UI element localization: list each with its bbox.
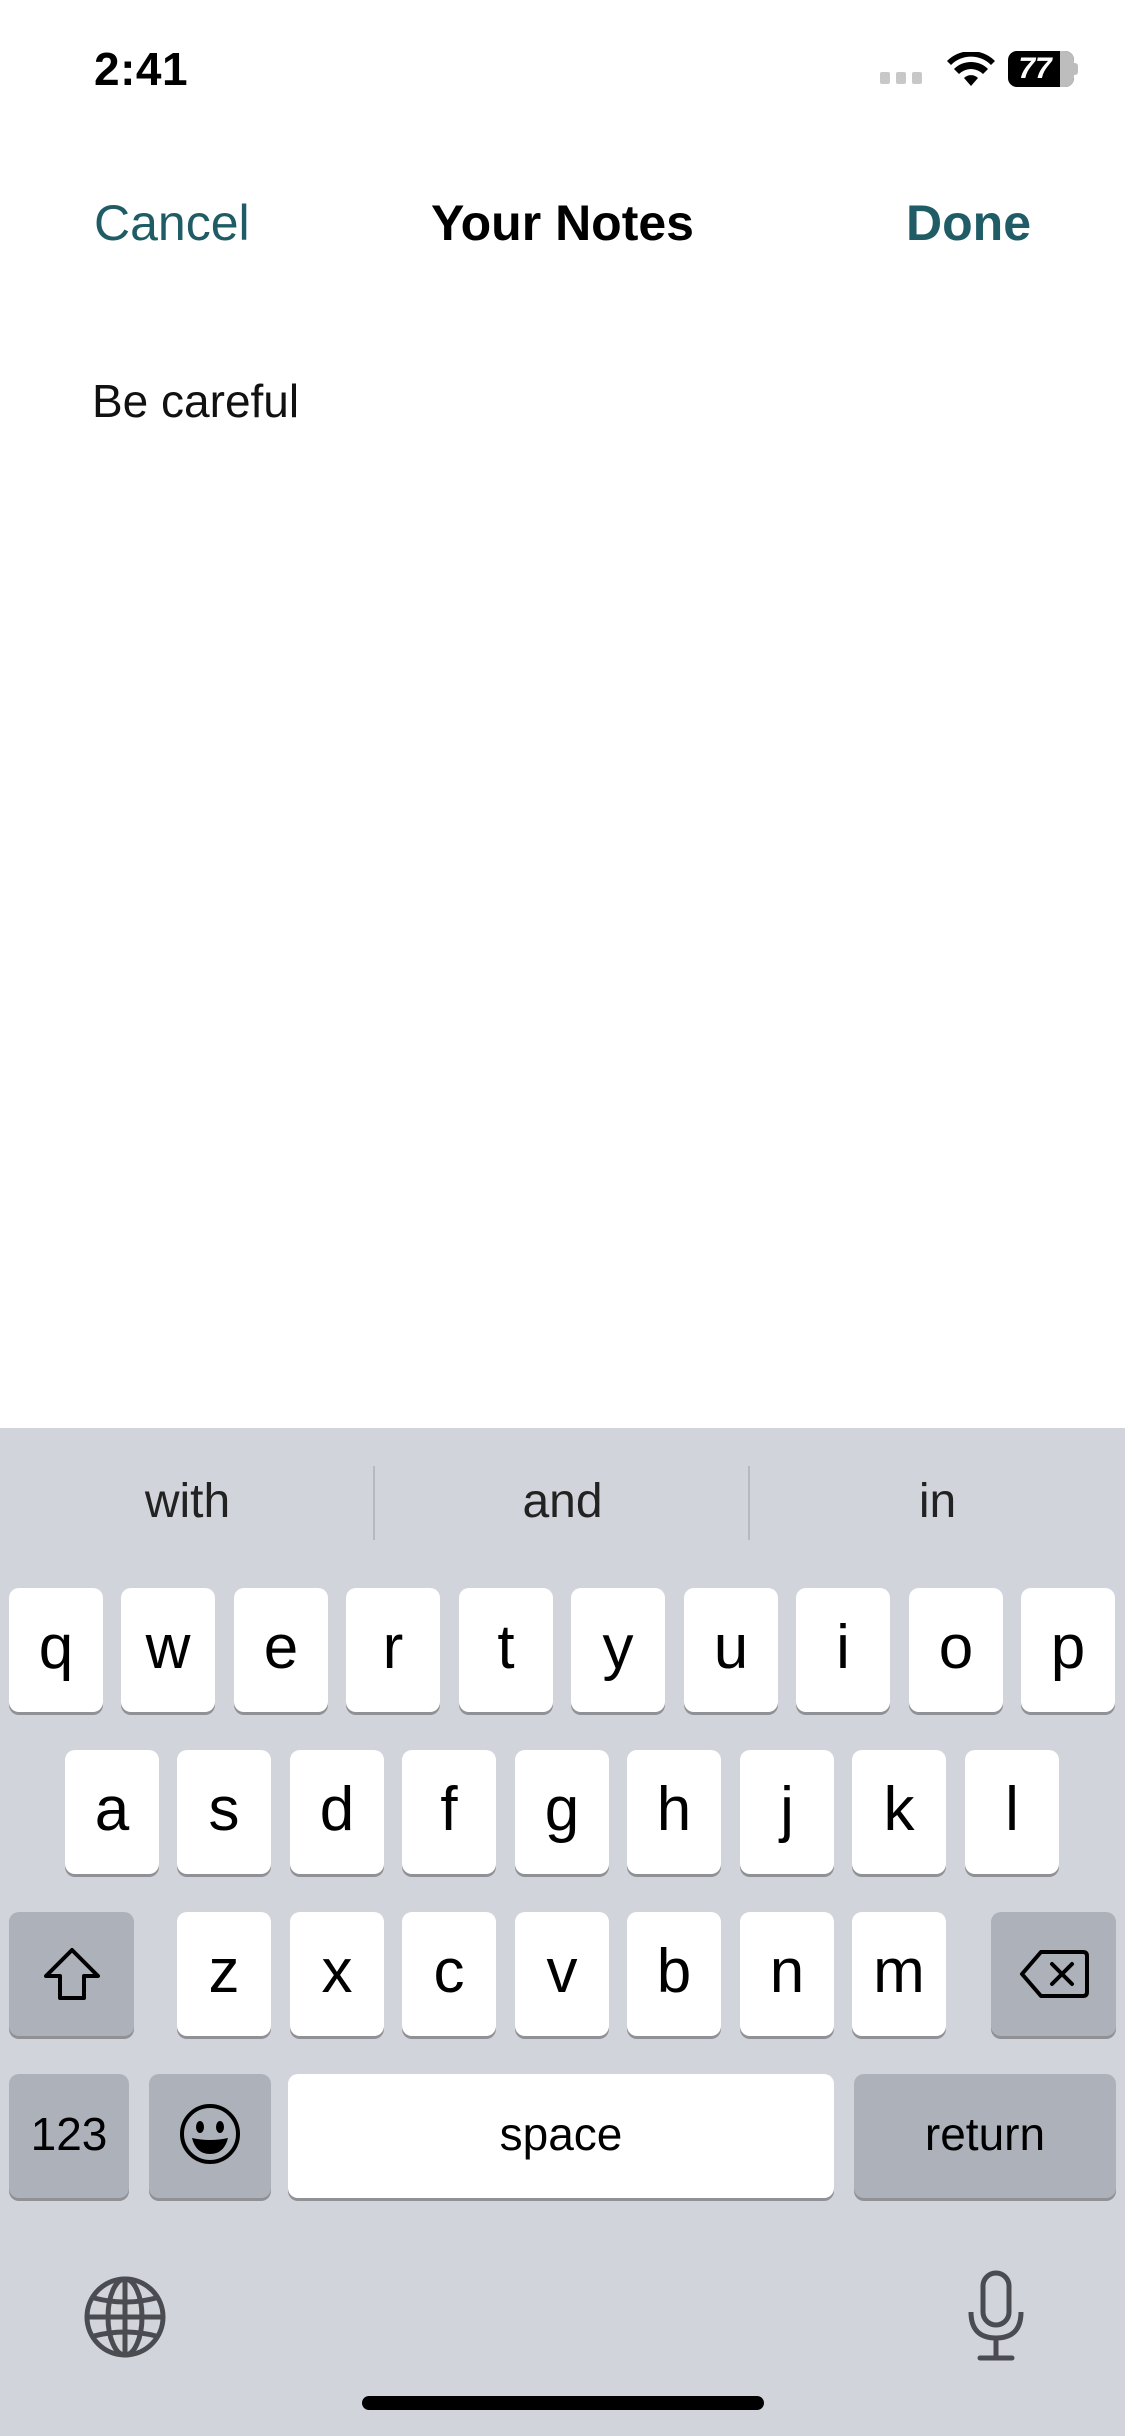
key-o[interactable]: o	[909, 1588, 1003, 1712]
key-z[interactable]: z	[177, 1912, 271, 2036]
key-j[interactable]: j	[740, 1750, 834, 1874]
cellular-signal-icon	[880, 72, 922, 84]
key-g[interactable]: g	[515, 1750, 609, 1874]
battery-level: 77	[1018, 52, 1052, 85]
backspace-icon	[1019, 1950, 1089, 1998]
key-a[interactable]: a	[65, 1750, 159, 1874]
battery-icon: 77	[1008, 51, 1078, 87]
key-p[interactable]: p	[1021, 1588, 1115, 1712]
done-button[interactable]: Done	[906, 194, 1031, 252]
suggestion-item[interactable]: with	[0, 1474, 375, 1529]
key-t[interactable]: t	[459, 1588, 553, 1712]
key-x[interactable]: x	[290, 1912, 384, 2036]
status-bar: 2:41 77	[0, 0, 1125, 140]
key-w[interactable]: w	[121, 1588, 215, 1712]
backspace-key[interactable]	[991, 1912, 1116, 2036]
microphone-icon[interactable]	[966, 2270, 1026, 2362]
return-key[interactable]: return	[854, 2074, 1116, 2198]
suggestion-item[interactable]: and	[375, 1474, 750, 1529]
suggestion-item[interactable]: in	[750, 1474, 1125, 1529]
key-u[interactable]: u	[684, 1588, 778, 1712]
key-y[interactable]: y	[571, 1588, 665, 1712]
key-f[interactable]: f	[402, 1750, 496, 1874]
key-s[interactable]: s	[177, 1750, 271, 1874]
key-b[interactable]: b	[627, 1912, 721, 2036]
notes-text-area[interactable]: Be careful	[92, 374, 299, 428]
key-i[interactable]: i	[796, 1588, 890, 1712]
status-time: 2:41	[94, 43, 189, 95]
key-q[interactable]: q	[9, 1588, 103, 1712]
home-indicator[interactable]	[362, 2396, 764, 2410]
key-c[interactable]: c	[402, 1912, 496, 2036]
numbers-key[interactable]: 123	[9, 2074, 129, 2198]
key-e[interactable]: e	[234, 1588, 328, 1712]
key-l[interactable]: l	[965, 1750, 1059, 1874]
shift-icon	[43, 1948, 100, 2000]
emoji-icon	[180, 2104, 240, 2164]
key-d[interactable]: d	[290, 1750, 384, 1874]
key-n[interactable]: n	[740, 1912, 834, 2036]
key-k[interactable]: k	[852, 1750, 946, 1874]
suggestion-bar: with and in	[0, 1428, 1125, 1580]
key-r[interactable]: r	[346, 1588, 440, 1712]
key-m[interactable]: m	[852, 1912, 946, 2036]
key-h[interactable]: h	[627, 1750, 721, 1874]
space-key[interactable]: space	[288, 2074, 834, 2198]
emoji-key[interactable]	[149, 2074, 271, 2198]
key-v[interactable]: v	[515, 1912, 609, 2036]
shift-key[interactable]	[9, 1912, 134, 2036]
keyboard: with and in q w e r t y u i o p a s d f …	[0, 1428, 1125, 2436]
globe-icon[interactable]	[84, 2276, 166, 2358]
wifi-icon	[947, 52, 995, 86]
